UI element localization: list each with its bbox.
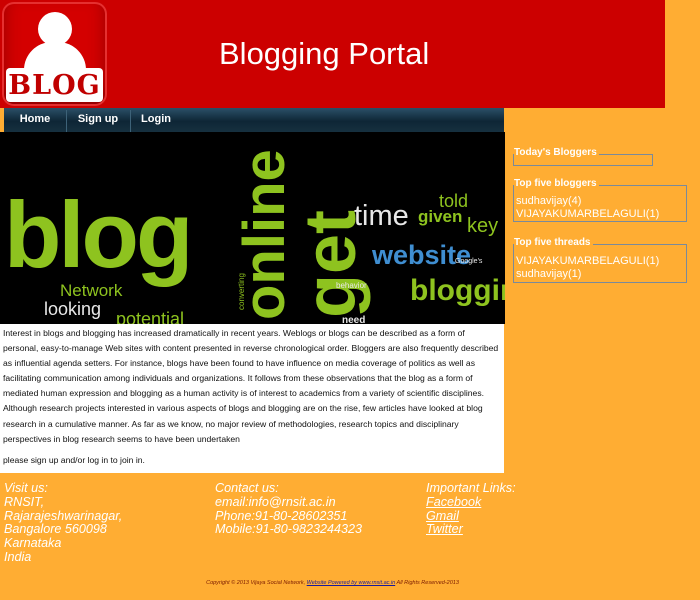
nav-sign-up[interactable]: Sign up <box>67 108 129 132</box>
todays-bloggers-box: Today's Bloggers <box>513 147 653 166</box>
logo-person-head <box>38 12 72 46</box>
hero-word: told <box>439 191 469 211</box>
footer-link-gmail[interactable]: Gmail <box>426 509 516 524</box>
footer-address-line: Bangalore 560098 <box>4 522 107 537</box>
footer-email: email:info@rnsit.ac.in <box>215 494 336 509</box>
hero-word: behavior <box>336 281 367 290</box>
top-thread-entry[interactable]: VIJAYAKUMARBELAGULI(1) <box>514 255 686 268</box>
footer-contact-title: Contact us: <box>215 481 279 495</box>
copyright-notice: Copyright © 2013 Vijaya Social Network, … <box>0 580 665 586</box>
footer-links-title: Important Links: <box>426 481 516 495</box>
hero-blog-word-cloud: blog online get time given told key webs… <box>0 132 505 324</box>
footer-address-line: RNSIT, <box>4 494 45 509</box>
footer-visit-title: Visit us: <box>4 481 48 495</box>
footer-address-line: India <box>4 549 32 564</box>
top-bloggers-title: Top five bloggers <box>514 178 599 189</box>
hero-word: key <box>467 215 499 237</box>
hero-word: Network <box>60 281 123 300</box>
nav-login[interactable]: Login <box>131 108 181 132</box>
footer-visit-us: Visit us: RNSIT, Rajarajeshwarinagar, Ba… <box>4 481 123 565</box>
top-blogger-entry[interactable]: VIJAYAKUMARBELAGULI(1) <box>514 208 686 221</box>
intro-paragraph: Interest in blogs and blogging has incre… <box>3 328 499 444</box>
todays-bloggers-title: Today's Bloggers <box>514 147 599 158</box>
top-bloggers-box: Top five bloggers sudhavijay(4) VIJAYAKU… <box>513 178 687 222</box>
copyright-prefix: Copyright © 2013 Vijaya Social Network, <box>206 580 307 586</box>
footer-contact-us: Contact us: email:info@rnsit.ac.in Phone… <box>215 481 363 537</box>
hero-word: Google's <box>455 258 483 265</box>
nav-home[interactable]: Home <box>4 108 66 132</box>
footer-important-links: Important Links: Facebook Gmail Twitter <box>426 481 516 537</box>
nav-bar: Home Sign up Login <box>4 108 504 133</box>
footer-address-line: Rajarajeshwarinagar, <box>4 508 123 523</box>
top-thread-entry[interactable]: sudhavijay(1) <box>514 268 686 281</box>
top-threads-title: Top five threads <box>514 237 593 248</box>
footer-phone: Phone:91-80-28602351 <box>215 508 348 523</box>
hero-word: looking <box>44 299 102 319</box>
copyright-site-link[interactable]: Website Powered by www.rnsit.ac.in <box>307 580 396 586</box>
hero-word: need <box>342 315 366 325</box>
top-blogger-entry[interactable]: sudhavijay(4) <box>514 195 686 208</box>
site-header: BLOG Blogging Portal <box>0 0 665 108</box>
footer-link-facebook[interactable]: Facebook <box>426 495 516 510</box>
blog-logo[interactable]: BLOG <box>2 2 107 106</box>
footer-link-twitter[interactable]: Twitter <box>426 523 516 537</box>
hero-word: blog <box>4 182 193 287</box>
join-prompt: please sign up and/or log in to join in. <box>3 454 145 465</box>
copyright-suffix: All Rights Reserved-2013 <box>395 580 459 586</box>
top-threads-box: Top five threads VIJAYAKUMARBELAGULI(1) … <box>513 237 687 283</box>
footer-mobile: Mobile:91-80-9823244323 <box>215 522 363 537</box>
hero-word: blogging <box>410 274 505 307</box>
hero-word: converting <box>237 273 246 310</box>
footer-address-line: Karnataka <box>4 536 62 551</box>
main-content: Interest in blogs and blogging has incre… <box>0 324 504 473</box>
hero-word: time <box>354 200 409 232</box>
page-title: Blogging Portal <box>219 36 430 71</box>
hero-word: potential <box>116 309 185 324</box>
logo-text: BLOG <box>8 70 101 101</box>
